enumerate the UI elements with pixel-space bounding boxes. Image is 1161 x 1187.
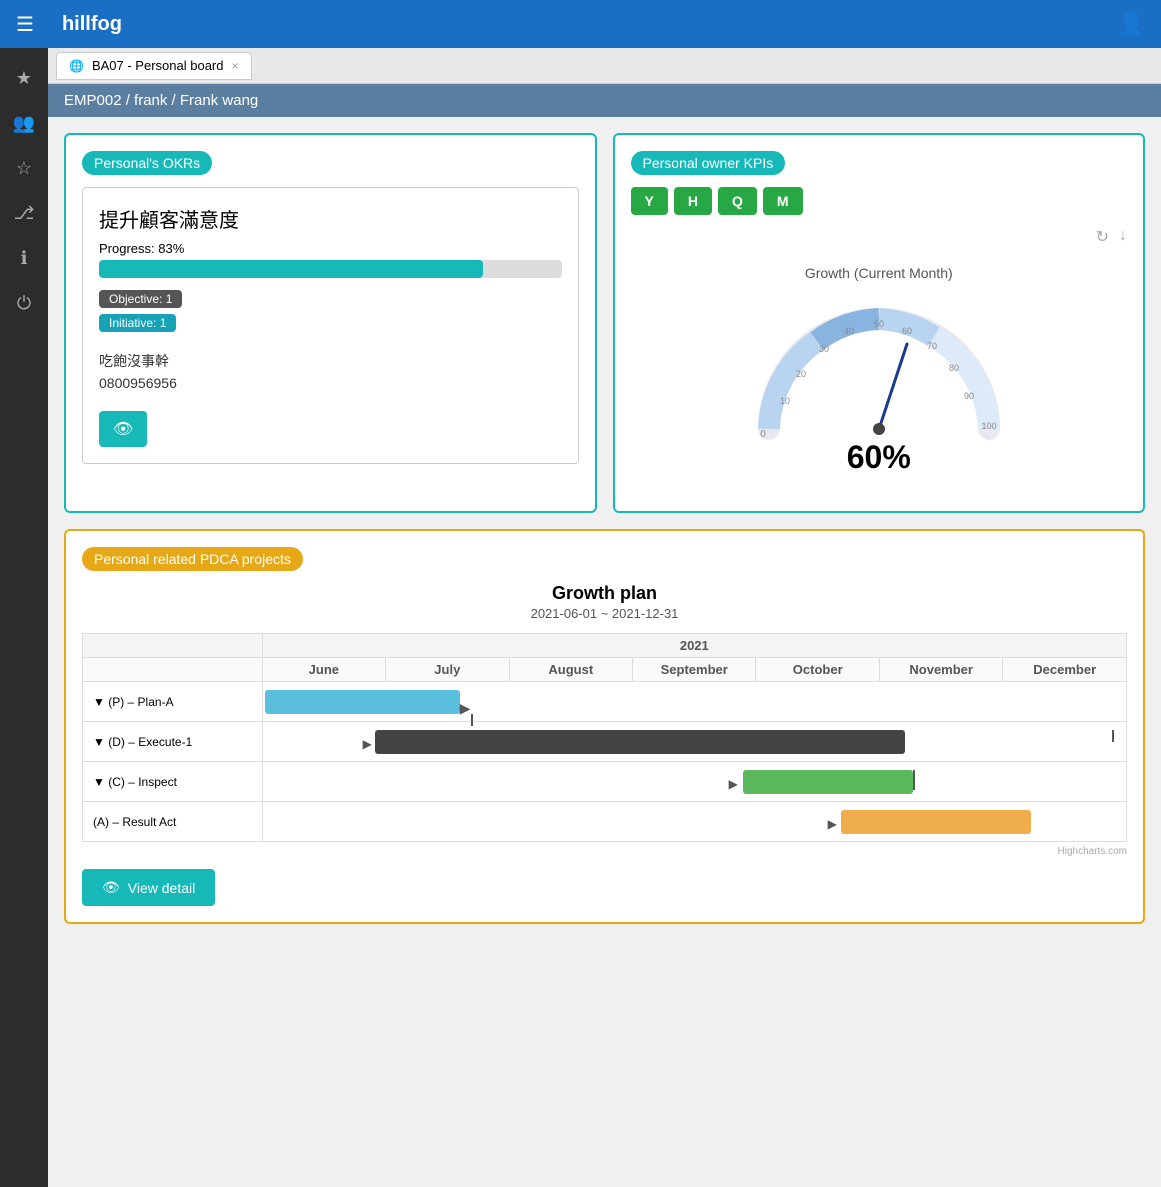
svg-text:100: 100 [981,421,996,431]
progress-bar-fill [99,260,483,278]
view-detail-button[interactable]: 👁 View detail [82,869,215,906]
row-execute-cell: ▶ [262,722,1126,762]
sidebar-star-icon[interactable]: ★ [4,60,44,97]
okr-title: 提升顧客滿意度 [99,204,562,233]
okr-inner: 提升顧客滿意度 Progress: 83% Objective: 1 Initi… [82,187,579,464]
gantt-year: 2021 [262,634,1126,658]
execute-end-line [1112,730,1114,742]
gantt-row-execute: ▼ (D) – Execute-1 ▶ [83,722,1127,762]
row-plan-cell: ▶ [262,682,1126,722]
gantt-row-inspect: ▼ (C) – Inspect ▶ [83,762,1127,802]
plan-arrow: ▶ [460,700,471,717]
execute-start-arrow: ▶ [363,737,372,751]
okr-eye-button[interactable]: 👁 [99,411,147,447]
view-detail-eye-icon: 👁 [102,879,120,896]
kpi-card-title: Personal owner KPIs [631,151,786,175]
gauge-value: 60% [847,439,911,476]
highcharts-credit: Highcharts.com [82,846,1127,857]
row-execute-label: ▼ (D) – Execute-1 [83,722,263,762]
gantt-row-plan: ▼ (P) – Plan-A ▶ [83,682,1127,722]
hamburger-icon[interactable]: ☰ [16,12,34,37]
cards-row: Personal's OKRs 提升顧客滿意度 Progress: 83% Ob… [64,133,1145,513]
gantt-wrapper: 2021 June July August September October … [82,633,1127,842]
tab-label: BA07 - Personal board [92,58,224,73]
pdca-card-title: Personal related PDCA projects [82,547,303,571]
sidebar-info-icon[interactable]: ℹ [4,240,44,277]
tab-bar: 🌐 BA07 - Personal board × [48,48,1161,84]
kpi-action-icons: ↻ ↓ [631,227,1128,247]
user-icon[interactable]: 👤 [1118,11,1145,37]
month-november: November [879,658,1002,682]
okr-card-title: Personal's OKRs [82,151,212,175]
sidebar-users-icon[interactable]: 👥 [4,105,44,142]
gauge-chart: 0 10 20 30 40 50 60 70 80 [749,289,1009,449]
main-content: Personal's OKRs 提升顧客滿意度 Progress: 83% Ob… [48,117,1161,956]
kpi-btn-h[interactable]: H [674,187,712,215]
row-result-cell: ▶ [262,802,1126,842]
kpi-card: Personal owner KPIs Y H Q M ↻ ↓ Growth (… [613,133,1146,513]
gantt-corner [83,634,263,658]
breadcrumb: EMP002 / frank / Frank wang [48,84,1161,117]
pdca-card: Personal related PDCA projects Growth pl… [64,529,1145,924]
plan-bar [265,690,460,714]
row-plan-label: ▼ (P) – Plan-A [83,682,263,722]
svg-text:10: 10 [780,396,790,406]
okr-extra: 吃飽沒事幹 0800956956 [99,350,562,395]
progress-label: Progress: 83% [99,241,562,256]
month-june: June [262,658,385,682]
month-august: August [509,658,632,682]
gauge-title: Growth (Current Month) [805,265,953,281]
inspect-end-line [913,770,915,790]
initiative-badge: Initiative: 1 [99,314,562,338]
download-icon[interactable]: ↓ [1119,227,1127,247]
svg-text:80: 80 [949,363,959,373]
kpi-btn-q[interactable]: Q [718,187,757,215]
gauge-container: Growth (Current Month) 0 [631,255,1128,486]
top-nav: ☰ hillfog 👤 [0,0,1161,48]
execute-bar [375,730,905,754]
gantt-label-header [83,658,263,682]
gantt-table: 2021 June July August September October … [82,633,1127,842]
kpi-buttons: Y H Q M [631,187,1128,215]
sidebar-bookmark-icon[interactable]: ☆ [4,150,44,187]
tab-globe-icon: 🌐 [69,59,84,73]
sidebar-power-icon[interactable]: ⏻ [4,285,44,322]
progress-bar-bg [99,260,562,278]
result-bar [841,810,1031,834]
kpi-btn-m[interactable]: M [763,187,803,215]
svg-text:90: 90 [964,391,974,401]
result-start-arrow: ▶ [828,817,837,831]
brand-name: hillfog [62,13,122,36]
month-december: December [1003,658,1127,682]
okr-card: Personal's OKRs 提升顧客滿意度 Progress: 83% Ob… [64,133,597,513]
chart-subtitle: 2021-06-01 ~ 2021-12-31 [82,606,1127,621]
gantt-row-result: (A) – Result Act ▶ [83,802,1127,842]
svg-text:40: 40 [844,326,854,336]
objective-badge: Objective: 1 [99,290,562,314]
row-inspect-cell: ▶ [262,762,1126,802]
sidebar: ★ 👥 ☆ ⎇ ℹ ⏻ [0,48,48,1187]
gantt-months-row: June July August September October Novem… [83,658,1127,682]
refresh-icon[interactable]: ↻ [1096,227,1109,247]
row-inspect-label: ▼ (C) – Inspect [83,762,263,802]
kpi-btn-y[interactable]: Y [631,187,668,215]
sidebar-git-icon[interactable]: ⎇ [4,195,44,232]
svg-text:70: 70 [927,341,937,351]
svg-text:60: 60 [902,326,912,336]
month-september: September [633,658,756,682]
svg-text:20: 20 [796,369,806,379]
svg-text:50: 50 [874,319,884,329]
month-october: October [756,658,879,682]
tab-personal-board[interactable]: 🌐 BA07 - Personal board × [56,52,252,80]
svg-text:30: 30 [819,344,829,354]
chart-title: Growth plan [82,583,1127,604]
month-july: July [386,658,509,682]
inspect-bar [743,770,913,794]
row-result-label: (A) – Result Act [83,802,263,842]
inspect-start-arrow: ▶ [729,777,738,791]
svg-text:0: 0 [760,429,766,440]
tab-close-button[interactable]: × [231,59,238,73]
